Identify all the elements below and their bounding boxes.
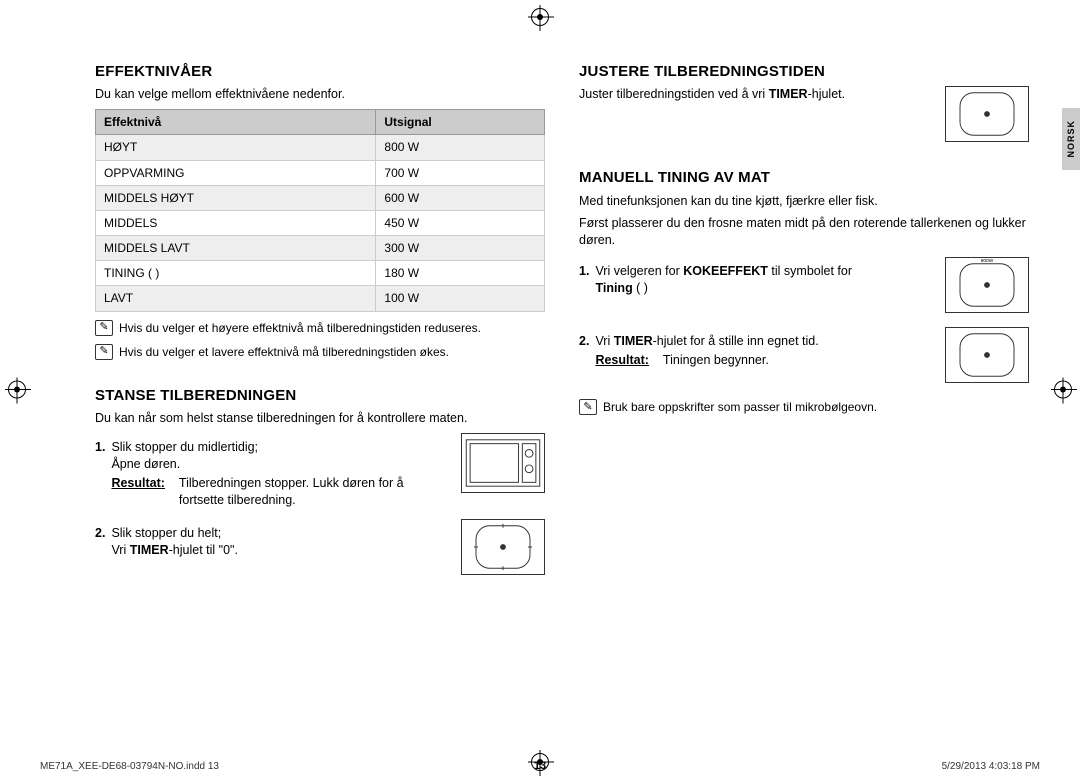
note-icon	[95, 320, 113, 336]
table-row: TINING ( )180 W	[96, 261, 545, 286]
heading-power-levels: EFFEKTNIVÅER	[95, 62, 545, 82]
step-1-stop: 1. Slik stopper du midlertidig; Åpne dør…	[95, 433, 545, 509]
section-power-levels: EFFEKTNIVÅER Du kan velge mellom effektn…	[95, 62, 545, 360]
note-lower-power: Hvis du velger et lavere effektnivå må t…	[95, 344, 545, 360]
result-label: Resultat:	[111, 475, 164, 509]
intro-power-levels: Du kan velge mellom effektnivåene nedenf…	[95, 86, 545, 103]
footer-timestamp: 5/29/2013 4:03:18 PM	[942, 761, 1040, 772]
heading-manual-defrost: MANUELL TINING AV MAT	[579, 168, 1029, 188]
step-1-defrost: 1. Vri velgeren for KOKEEFFEKT til symbo…	[579, 257, 1029, 313]
th-output: Utsignal	[376, 110, 545, 135]
crop-mark-top	[531, 8, 549, 29]
table-row: MIDDELS450 W	[96, 210, 545, 235]
timer-dial-illustration	[461, 519, 545, 575]
table-row: MIDDELS LAVT300 W	[96, 236, 545, 261]
section-adjust-time: JUSTERE TILBEREDNINGSTIDEN Juster tilber…	[579, 62, 1029, 142]
step-2-stop: 2. Slik stopper du helt; Vri TIMER-hjule…	[95, 519, 545, 575]
intro-stop-cooking: Du kan når som helst stanse tilberedning…	[95, 410, 545, 427]
power-dial-illustration: 800W	[945, 257, 1029, 313]
crop-mark-left	[8, 381, 26, 402]
note-recipes: Bruk bare oppskrifter som passer til mik…	[579, 399, 1029, 415]
th-level: Effektnivå	[96, 110, 376, 135]
heading-stop-cooking: STANSE TILBEREDNINGEN	[95, 386, 545, 406]
svg-text:800W: 800W	[981, 258, 994, 264]
timer-dial-illustration	[945, 327, 1029, 383]
heading-adjust-time: JUSTERE TILBEREDNINGSTIDEN	[579, 62, 1029, 82]
table-row: LAVT100 W	[96, 286, 545, 311]
result-label: Resultat:	[595, 352, 648, 369]
footer-filename: ME71A_XEE-DE68-03794N-NO.indd 13	[40, 761, 219, 772]
table-row: MIDDELS HØYT600 W	[96, 185, 545, 210]
power-level-table: Effektnivå Utsignal HØYT800 W OPPVARMING…	[95, 109, 545, 312]
table-row: OPPVARMING700 W	[96, 160, 545, 185]
section-manual-defrost: MANUELL TINING AV MAT Med tinefunksjonen…	[579, 168, 1029, 415]
language-tab: NORSK	[1062, 108, 1080, 170]
section-stop-cooking: STANSE TILBEREDNINGEN Du kan når som hel…	[95, 386, 545, 575]
note-icon	[579, 399, 597, 415]
note-icon	[95, 344, 113, 360]
note-higher-power: Hvis du velger et høyere effektnivå må t…	[95, 320, 545, 336]
timer-dial-illustration	[945, 86, 1029, 142]
crop-mark-right	[1054, 381, 1072, 402]
step-2-defrost: 2. Vri TIMER-hjulet for å stille inn egn…	[579, 327, 1029, 383]
table-row: HØYT800 W	[96, 135, 545, 160]
microwave-illustration	[461, 433, 545, 493]
page-number: 13	[534, 760, 546, 772]
